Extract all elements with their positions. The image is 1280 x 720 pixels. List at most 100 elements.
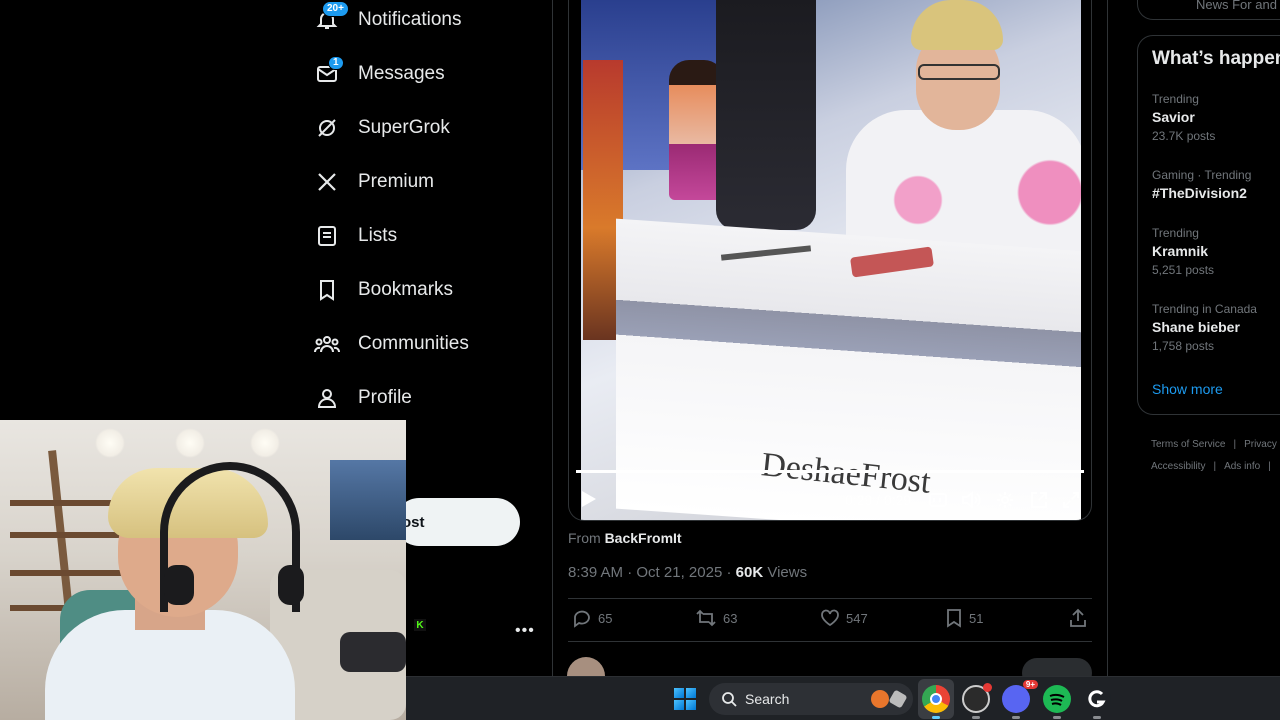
like-count: 547 xyxy=(846,610,868,626)
footer-link[interactable]: Terms of Service xyxy=(1151,439,1225,450)
trend-count: 23.7K posts xyxy=(1152,129,1216,143)
person-icon xyxy=(314,385,340,411)
trend-count: 5,251 posts xyxy=(1152,263,1215,277)
volume-icon[interactable] xyxy=(961,490,981,510)
video-progress-bar[interactable] xyxy=(576,470,1084,473)
footer-link[interactable]: Ads info xyxy=(1224,461,1260,472)
from-source-link[interactable]: BackFromIt xyxy=(605,530,682,546)
nav-lists[interactable]: Lists xyxy=(314,214,397,258)
news-card[interactable]: News For and xyxy=(1137,0,1280,20)
g-hub-icon[interactable] xyxy=(1083,685,1111,713)
search-highlight-icon xyxy=(888,689,908,709)
nav-profile[interactable]: Profile xyxy=(314,376,412,420)
views-label: Views xyxy=(767,564,808,581)
taskbar: Search 9+ xyxy=(406,676,1280,720)
cam-ceiling-light xyxy=(95,428,125,458)
share-button[interactable] xyxy=(1069,608,1093,628)
reply-icon xyxy=(574,610,590,628)
footer-link[interactable]: Accessibility xyxy=(1151,461,1205,472)
trends-title: What’s happening xyxy=(1152,48,1280,69)
bookmark-icon xyxy=(314,277,340,303)
scene-hair xyxy=(911,0,1003,50)
trend-context: Trending in Canada xyxy=(1152,302,1257,316)
footer-separator: | xyxy=(1213,461,1217,472)
tweet-date[interactable]: Oct 21, 2025 xyxy=(636,564,722,581)
search-icon xyxy=(722,692,737,707)
trend-item[interactable]: Trending Savior 23.7K posts xyxy=(1152,92,1280,143)
cam-earcup xyxy=(164,565,194,605)
picture-in-picture-icon[interactable] xyxy=(1029,490,1049,510)
video-player[interactable]: DeshaeFrost xyxy=(568,0,1092,521)
bookmark-button[interactable]: 51 xyxy=(945,608,983,628)
captions-icon[interactable] xyxy=(928,490,948,510)
cam-pillow xyxy=(340,632,406,672)
spotify-icon[interactable] xyxy=(1043,685,1071,713)
x-logo-icon xyxy=(314,169,340,195)
trend-item[interactable]: Gaming · Trending #TheDivision2 xyxy=(1152,168,1280,201)
nav-supergrok[interactable]: SuperGrok xyxy=(314,106,450,150)
reply-button[interactable]: 65 xyxy=(572,608,612,628)
divider xyxy=(568,641,1092,642)
bookmark-count: 51 xyxy=(969,610,984,626)
cam-ceiling-light xyxy=(250,428,280,458)
nav-label: Bookmarks xyxy=(358,279,454,300)
post-button[interactable]: ost xyxy=(395,498,520,546)
nav-premium[interactable]: Premium xyxy=(314,160,434,204)
notifications-badge: 20+ xyxy=(322,1,349,17)
trend-context: Gaming · Trending xyxy=(1152,168,1252,182)
repost-button[interactable]: 63 xyxy=(695,608,737,628)
bell-icon: 20+ xyxy=(314,1,349,33)
discord-icon[interactable]: 9+ xyxy=(1002,680,1038,713)
kick-icon: K xyxy=(414,619,426,631)
footer-separator: | xyxy=(1268,461,1271,472)
reply-count: 65 xyxy=(598,610,613,626)
trend-context: Trending xyxy=(1152,226,1199,240)
nav-label: Premium xyxy=(358,171,435,192)
settings-gear-icon[interactable] xyxy=(995,490,1015,510)
obs-icon[interactable] xyxy=(962,683,992,713)
share-icon xyxy=(1070,608,1086,627)
tweet-meta: 8:39 AM · Oct 21, 2025 · 60K Views xyxy=(568,564,808,581)
trend-item[interactable]: Trending Kramnik 5,251 posts xyxy=(1152,226,1280,277)
nav-label: Messages xyxy=(358,63,445,84)
communities-icon xyxy=(314,331,340,357)
cam-ceiling-light xyxy=(175,428,205,458)
cam-window xyxy=(330,460,406,540)
show-more-link[interactable]: Show more xyxy=(1152,381,1223,397)
scene-person xyxy=(846,0,1081,260)
taskbar-search[interactable]: Search xyxy=(709,683,913,715)
chrome-icon[interactable] xyxy=(922,685,950,713)
views-count: 60K xyxy=(735,564,764,581)
active-indicator xyxy=(932,716,940,719)
nav-label: Communities xyxy=(358,333,469,354)
nav-label: SuperGrok xyxy=(358,117,450,138)
fullscreen-icon[interactable] xyxy=(1061,490,1081,510)
messages-badge: 1 xyxy=(328,56,344,70)
tweet-time[interactable]: 8:39 AM xyxy=(568,564,623,581)
trend-context: Trending xyxy=(1152,92,1199,106)
bookmark-icon xyxy=(947,609,961,628)
trend-name: Savior xyxy=(1152,109,1195,125)
nav-communities[interactable]: Communities xyxy=(314,322,469,366)
video-controls: 0:29 / 0:29 xyxy=(576,482,1084,518)
footer-link[interactable]: Privacy xyxy=(1244,439,1277,450)
news-card-text: News For and xyxy=(1196,0,1277,12)
nav-label: Profile xyxy=(358,387,412,408)
play-icon[interactable] xyxy=(582,491,596,507)
trend-item[interactable]: Trending in Canada Shane bieber 1,758 po… xyxy=(1152,302,1280,353)
repost-icon xyxy=(696,609,716,627)
running-indicator xyxy=(1053,716,1061,719)
windows-start-icon[interactable] xyxy=(674,688,696,710)
grok-icon xyxy=(314,115,340,141)
like-button[interactable]: 547 xyxy=(820,608,868,628)
more-icon[interactable]: ••• xyxy=(515,622,535,640)
running-indicator xyxy=(972,716,980,719)
nav-messages[interactable]: 1 Messages xyxy=(314,52,445,96)
footer-separator: | xyxy=(1233,439,1237,450)
scene-coat xyxy=(716,0,816,230)
basketball-icon xyxy=(871,690,889,708)
nav-notifications[interactable]: 20+ Notifications xyxy=(314,0,462,42)
trends-panel: What’s happening Trending Savior 23.7K p… xyxy=(1137,35,1280,415)
nav-bookmarks[interactable]: Bookmarks xyxy=(314,268,453,312)
nav-label: Notifications xyxy=(358,9,462,30)
